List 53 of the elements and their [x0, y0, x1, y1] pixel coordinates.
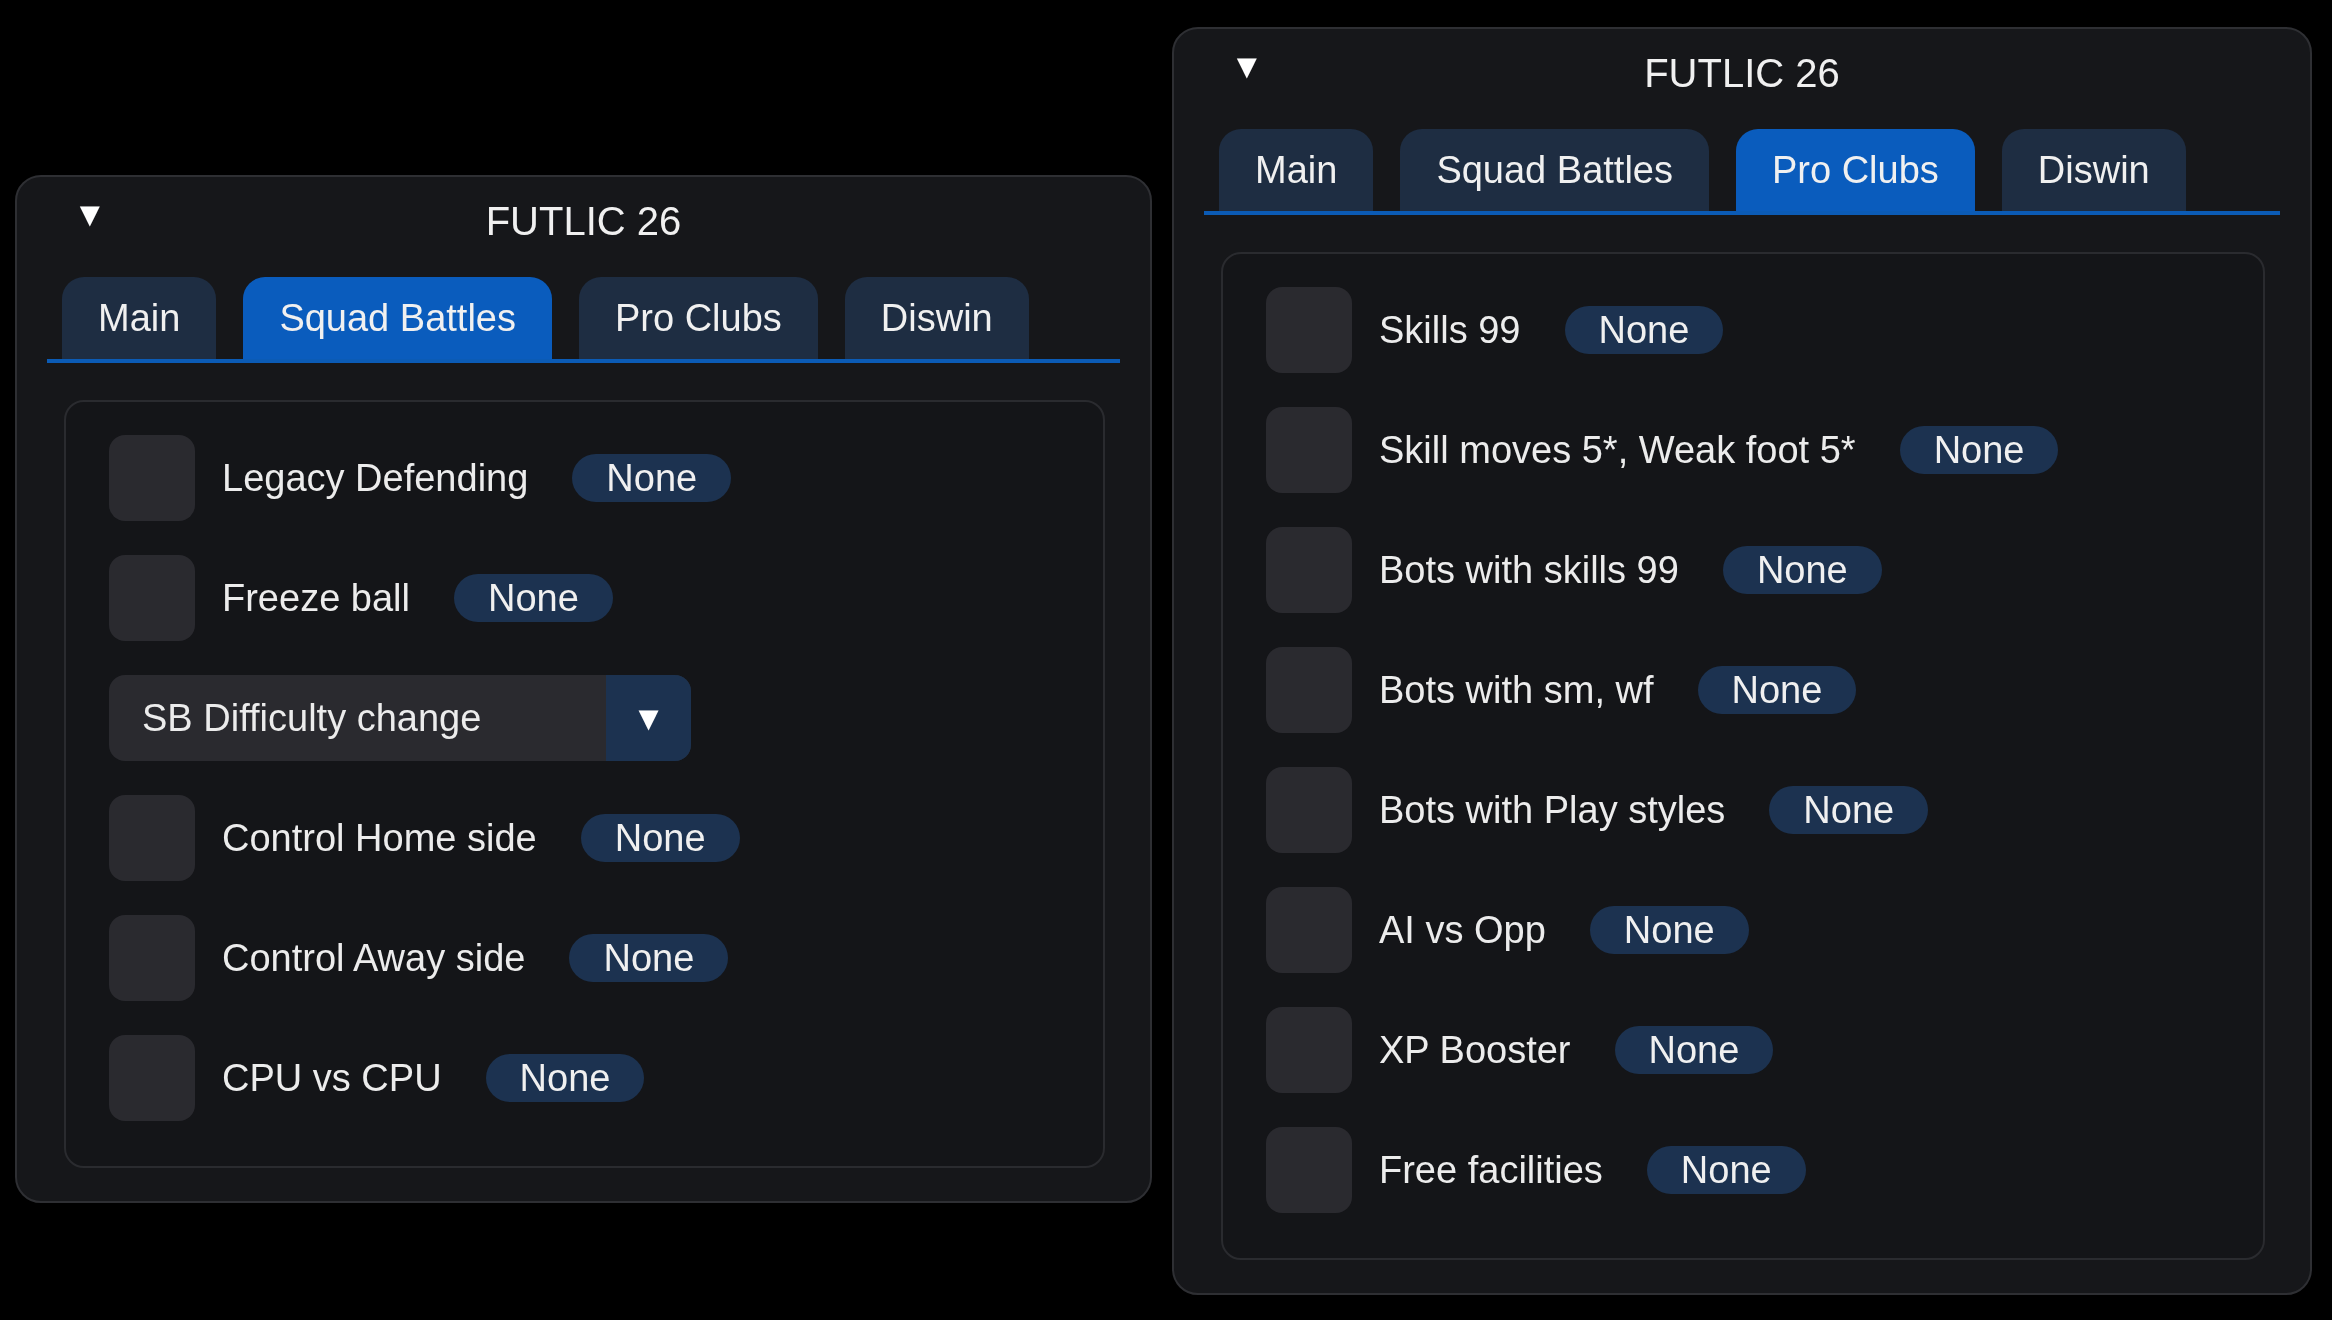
hotkey-button[interactable]: None — [1614, 1026, 1774, 1074]
option-label: CPU vs CPU — [222, 1056, 442, 1100]
checkbox[interactable] — [1266, 647, 1352, 733]
option-label: AI vs Opp — [1379, 908, 1546, 952]
option-label: XP Booster — [1379, 1028, 1571, 1072]
hotkey-button[interactable]: None — [485, 1054, 645, 1102]
checkbox[interactable] — [109, 555, 195, 641]
checkbox[interactable] — [109, 795, 195, 881]
tab[interactable]: Squad Battles — [1400, 129, 1709, 211]
checkbox[interactable] — [1266, 1127, 1352, 1213]
tab[interactable]: Squad Battles — [243, 277, 552, 359]
hotkey-button[interactable]: None — [1589, 906, 1749, 954]
checkbox[interactable] — [1266, 407, 1352, 493]
hotkey-button[interactable]: None — [1769, 786, 1929, 834]
hotkey-button[interactable]: None — [580, 814, 740, 862]
option-label: Control Home side — [222, 816, 537, 860]
dropdown-value: SB Difficulty change — [141, 695, 483, 741]
option-label: Free facilities — [1379, 1148, 1603, 1192]
dropdown[interactable]: SB Difficulty change ▼ — [109, 675, 691, 761]
checkbox[interactable] — [1266, 1007, 1352, 1093]
tab[interactable]: Diswin — [2001, 129, 2186, 211]
window-title: FUTLIC 26 — [1644, 50, 1840, 96]
tab[interactable]: Main — [1219, 129, 1374, 211]
checkbox[interactable] — [1266, 767, 1352, 853]
option-label: Freeze ball — [222, 576, 410, 620]
option-label: Bots with sm, wf — [1379, 668, 1654, 712]
option-label: Skills 99 — [1379, 308, 1521, 352]
hotkey-button[interactable]: None — [1899, 426, 2059, 474]
hotkey-button[interactable]: None — [1722, 546, 1882, 594]
option-label: Legacy Defending — [222, 456, 529, 500]
window-title: FUTLIC 26 — [485, 198, 682, 244]
hotkey-button[interactable]: None — [1697, 666, 1857, 714]
option-label: Control Away side — [222, 936, 526, 980]
checkbox[interactable] — [109, 915, 195, 1001]
checkbox[interactable] — [109, 435, 195, 521]
option-label: Bots with skills 99 — [1379, 548, 1679, 592]
tab[interactable]: Diswin — [844, 277, 1029, 359]
checkbox[interactable] — [1266, 527, 1352, 613]
tab[interactable]: Main — [62, 277, 217, 359]
hotkey-button[interactable]: None — [572, 454, 732, 502]
checkbox[interactable] — [1266, 887, 1352, 973]
hotkey-button[interactable]: None — [1564, 306, 1724, 354]
hotkey-button[interactable]: None — [454, 574, 613, 622]
collapse-arrow[interactable]: ▼ — [1230, 47, 1264, 86]
option-label: Bots with Play styles — [1379, 788, 1726, 832]
hotkey-button[interactable]: None — [1646, 1146, 1806, 1194]
tab[interactable]: Pro Clubs — [579, 277, 818, 359]
checkbox[interactable] — [1266, 287, 1352, 373]
option-label: Skill moves 5*, Weak foot 5* — [1379, 428, 1856, 472]
hotkey-button[interactable]: None — [569, 934, 729, 982]
tab[interactable]: Pro Clubs — [1736, 129, 1975, 211]
collapse-arrow[interactable]: ▼ — [73, 195, 107, 234]
checkbox[interactable] — [109, 1035, 195, 1121]
